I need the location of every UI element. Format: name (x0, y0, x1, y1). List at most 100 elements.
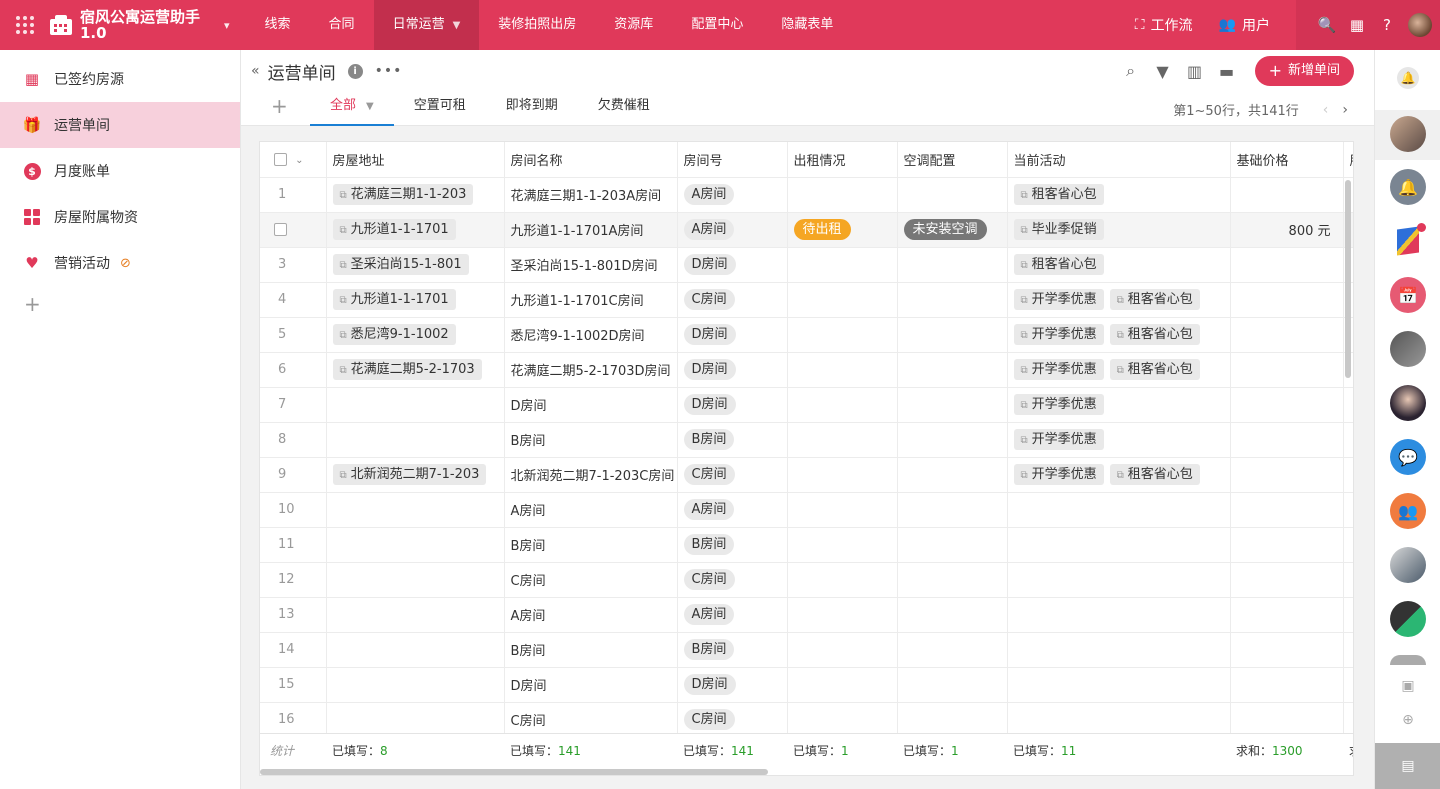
room-number-cell[interactable]: C房间 (677, 702, 788, 738)
activity-link-tag[interactable]: ⧉ 开学季优惠 (1013, 359, 1104, 380)
add-room-button[interactable]: + 新增单间 (1254, 56, 1354, 86)
activity-cell[interactable] (1007, 562, 1231, 598)
add-chat-icon[interactable]: ⊕ (1399, 712, 1417, 730)
ac-config-cell[interactable] (897, 597, 1008, 633)
contacts-icon[interactable]: ▣ (1399, 678, 1417, 696)
table-row[interactable]: 3 ⧉ 圣采泊尚15-1-801 圣采泊尚15-1-801D房间 D房间 ⧉ 租客省心包 (260, 247, 1353, 283)
address-link-tag[interactable]: ⧉ 悉尼湾9-1-1002 (332, 324, 456, 345)
base-price-cell[interactable] (1230, 177, 1344, 213)
users-link[interactable]: 👥 用户 (1219, 15, 1270, 35)
table-row[interactable]: 6 ⧉ 花满庭二期5-2-1703 花满庭二期5-2-1703D房间 D房间 ⧉ 开学季优惠… (260, 352, 1353, 388)
room-name-cell[interactable]: 花满庭二期5-2-1703D房间 (504, 352, 678, 388)
address-cell[interactable] (326, 632, 505, 668)
ac-config-cell[interactable] (897, 387, 1008, 423)
activity-cell[interactable] (1007, 492, 1231, 528)
activity-link-tag[interactable]: ⧉ 开学季优惠 (1013, 324, 1104, 345)
room-number-cell[interactable]: A房间 (677, 177, 788, 213)
nav-item[interactable]: 合同 (310, 0, 374, 50)
column-header[interactable]: 当前活动 (1007, 142, 1231, 178)
address-cell[interactable] (326, 387, 505, 423)
table-row[interactable]: 4 ⧉ 九形道1-1-1701 九形道1-1-1701C房间 C房间 ⧉ 开学季优惠 ⧉ 租客省… (260, 282, 1353, 318)
column-header[interactable]: 出租情况 (787, 142, 898, 178)
statistics-cell[interactable]: 已填写：11 (1007, 734, 1230, 768)
activity-cell[interactable]: ⧉ 开学季优惠 (1007, 387, 1231, 423)
base-price-cell[interactable] (1230, 492, 1344, 528)
address-cell[interactable]: ⧉ 九形道1-1-1701 (326, 212, 505, 248)
base-price-cell[interactable] (1230, 597, 1344, 633)
chevron-down-icon[interactable]: ▾ (224, 19, 230, 32)
activity-link-tag[interactable]: ⧉ 租客省心包 (1013, 254, 1104, 275)
rent-status-cell[interactable] (787, 422, 898, 458)
row-number-cell[interactable]: 12 (260, 562, 327, 598)
address-cell[interactable] (326, 527, 505, 563)
room-name-cell[interactable]: 圣采泊尚15-1-801D房间 (504, 247, 678, 283)
row-number-cell[interactable]: 16 (260, 702, 327, 738)
select-all-cell[interactable]: ⌄ (260, 142, 327, 178)
sidebar-item-supplies[interactable]: 房屋附属物资 (0, 194, 240, 240)
address-cell[interactable] (326, 702, 505, 738)
more-icon[interactable]: ••• (375, 63, 403, 79)
activity-cell[interactable]: ⧉ 租客省心包 (1007, 247, 1231, 283)
row-number-cell[interactable]: 15 (260, 667, 327, 703)
activity-link-tag[interactable]: ⧉ 开学季优惠 (1013, 429, 1104, 450)
room-number-cell[interactable]: D房间 (677, 247, 788, 283)
row-number-cell[interactable]: 7 (260, 387, 327, 423)
rent-status-cell[interactable] (787, 352, 898, 388)
activity-cell[interactable]: ⧉ 毕业季促销 (1007, 212, 1231, 248)
ac-config-cell[interactable] (897, 247, 1008, 283)
statistics-cell[interactable]: 已填写：1 (787, 734, 897, 768)
room-number-cell[interactable]: C房间 (677, 282, 788, 318)
group-avatar[interactable] (1390, 601, 1426, 637)
room-number-cell[interactable]: C房间 (677, 457, 788, 493)
ac-config-cell[interactable] (897, 632, 1008, 668)
room-name-cell[interactable]: 九形道1-1-1701C房间 (504, 282, 678, 318)
base-price-cell[interactable] (1230, 352, 1344, 388)
chart-icon[interactable]: ▥ (1179, 62, 1211, 81)
nav-item[interactable]: 日常运营 ▼ (373, 0, 480, 50)
rent-status-cell[interactable] (787, 562, 898, 598)
select-all-checkbox[interactable] (274, 152, 287, 166)
next-page-icon[interactable]: › (1342, 102, 1348, 118)
chat-icon[interactable]: 💬 (1390, 439, 1426, 475)
row-number-cell[interactable] (260, 212, 327, 248)
view-tab[interactable]: 全部 ▼ (310, 92, 394, 126)
statistics-cell[interactable]: 求和：1300 (1230, 734, 1343, 768)
base-price-cell[interactable] (1230, 527, 1344, 563)
prev-page-icon[interactable]: ‹ (1323, 102, 1329, 118)
room-number-cell[interactable]: A房间 (677, 597, 788, 633)
nav-item[interactable]: 配置中心 (672, 0, 762, 50)
table-row[interactable]: 7 D房间 D房间 ⧉ 开学季优惠 (260, 387, 1353, 423)
nav-item[interactable]: 隐藏表单 (762, 0, 852, 50)
table-row[interactable]: 8 B房间 B房间 ⧉ 开学季优惠 (260, 422, 1353, 458)
base-price-cell[interactable] (1230, 422, 1344, 458)
ac-config-cell[interactable] (897, 177, 1008, 213)
nav-item[interactable]: 装修拍照出房 (479, 0, 595, 50)
activity-cell[interactable]: ⧉ 开学季优惠 ⧉ 租客省心包 (1007, 352, 1231, 388)
statistics-cell[interactable]: 已填写：141 (677, 734, 787, 768)
address-cell[interactable] (326, 597, 505, 633)
activity-cell[interactable] (1007, 597, 1231, 633)
row-number-cell[interactable]: 11 (260, 527, 327, 563)
base-price-cell[interactable] (1230, 457, 1344, 493)
rent-status-cell[interactable] (787, 667, 898, 703)
room-number-cell[interactable]: D房间 (677, 667, 788, 703)
address-cell[interactable]: ⧉ 圣采泊尚15-1-801 (326, 247, 505, 283)
activity-cell[interactable]: ⧉ 开学季优惠 ⧉ 租客省心包 (1007, 317, 1231, 353)
statistics-cell[interactable]: 已填写：8 (326, 734, 504, 768)
activity-cell[interactable] (1007, 667, 1231, 703)
sidebar-item-rooms[interactable]: 🎁 运营单间 (0, 102, 240, 148)
room-number-cell[interactable]: A房间 (677, 212, 788, 248)
view-tab[interactable]: 空置可租 (394, 92, 486, 126)
row-checkbox[interactable] (274, 223, 287, 236)
statistics-cell[interactable]: 已填写：1 (897, 734, 1007, 768)
rent-status-cell[interactable] (787, 247, 898, 283)
row-number-cell[interactable]: 6 (260, 352, 327, 388)
sidebar-item-signed-housing[interactable]: ▦ 已签约房源 (0, 56, 240, 102)
view-tab[interactable]: 欠费催租 (578, 92, 670, 126)
activity-link-tag[interactable]: ⧉ 租客省心包 (1013, 184, 1104, 205)
bell-icon[interactable]: 🔔 (1390, 169, 1426, 205)
table-row[interactable]: 16 C房间 C房间 (260, 702, 1353, 738)
chevron-down-icon[interactable]: ⌄ (295, 155, 303, 166)
column-header[interactable]: 房间名称 (504, 142, 678, 178)
column-header[interactable]: 空调配置 (897, 142, 1008, 178)
